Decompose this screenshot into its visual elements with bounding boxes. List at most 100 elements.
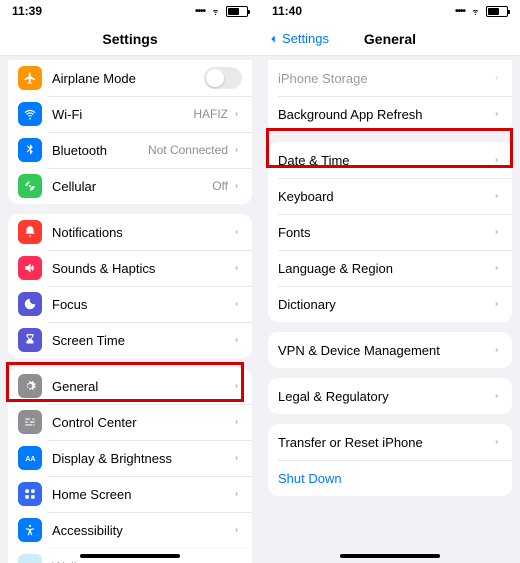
notifications-label: Notifications bbox=[52, 225, 232, 240]
settings-scroll[interactable]: Airplane Mode Wi-Fi HAFIZ Bluetooth Not … bbox=[0, 56, 260, 563]
homescreen-label: Home Screen bbox=[52, 487, 232, 502]
nav-bar: Settings General bbox=[260, 22, 520, 56]
chevron-right-icon bbox=[232, 109, 242, 119]
row-sounds[interactable]: Sounds & Haptics bbox=[8, 250, 252, 286]
screentime-label: Screen Time bbox=[52, 333, 232, 348]
keyboard-label: Keyboard bbox=[278, 189, 492, 204]
chevron-right-icon bbox=[232, 145, 242, 155]
svg-text:AA: AA bbox=[25, 456, 35, 463]
status-bar: 11:40 •••• bbox=[260, 0, 520, 22]
group-connectivity: Airplane Mode Wi-Fi HAFIZ Bluetooth Not … bbox=[8, 60, 252, 204]
chevron-right-icon bbox=[492, 155, 502, 165]
chevron-right-icon bbox=[232, 181, 242, 191]
group-input: Date & Time Keyboard Fonts Language & Re… bbox=[268, 142, 512, 322]
chevron-right-icon bbox=[492, 109, 502, 119]
nav-bar: Settings bbox=[0, 22, 260, 56]
row-vpn[interactable]: VPN & Device Management bbox=[268, 332, 512, 368]
text-size-icon: AA bbox=[18, 446, 42, 470]
nav-back-button[interactable]: Settings bbox=[266, 31, 329, 46]
general-scroll[interactable]: iPhone Storage Background App Refresh Da… bbox=[260, 56, 520, 563]
group-storage: iPhone Storage Background App Refresh bbox=[268, 60, 512, 132]
row-language[interactable]: Language & Region bbox=[268, 250, 512, 286]
row-notifications[interactable]: Notifications bbox=[8, 214, 252, 250]
language-label: Language & Region bbox=[278, 261, 492, 276]
row-display[interactable]: AA Display & Brightness bbox=[8, 440, 252, 476]
chevron-right-icon bbox=[492, 191, 502, 201]
chevron-right-icon bbox=[492, 299, 502, 309]
group-notifications: Notifications Sounds & Haptics Focus Scr… bbox=[8, 214, 252, 358]
phone-general: 11:40 •••• Settings General iPhone Stora… bbox=[260, 0, 520, 563]
chevron-right-icon bbox=[492, 263, 502, 273]
wallpaper-label: Wallpaper bbox=[52, 559, 232, 563]
accessibility-icon bbox=[18, 518, 42, 542]
chevron-right-icon bbox=[492, 345, 502, 355]
fonts-label: Fonts bbox=[278, 225, 492, 240]
row-cellular[interactable]: Cellular Off bbox=[8, 168, 252, 204]
chevron-right-icon bbox=[492, 437, 502, 447]
transfer-label: Transfer or Reset iPhone bbox=[278, 435, 492, 450]
shutdown-label: Shut Down bbox=[278, 471, 502, 486]
cellular-label: Cellular bbox=[52, 179, 212, 194]
focus-label: Focus bbox=[52, 297, 232, 312]
cellular-dots-icon: •••• bbox=[195, 6, 205, 17]
wifi-value: HAFIZ bbox=[193, 107, 228, 121]
row-screentime[interactable]: Screen Time bbox=[8, 322, 252, 358]
wifi-row-icon bbox=[18, 102, 42, 126]
cellular-value: Off bbox=[212, 179, 228, 193]
controlcenter-label: Control Center bbox=[52, 415, 232, 430]
phone-settings-root: 11:39 •••• Settings Airplane Mode Wi-Fi bbox=[0, 0, 260, 563]
bell-icon bbox=[18, 220, 42, 244]
battery-icon bbox=[486, 6, 508, 17]
row-control-center[interactable]: Control Center bbox=[8, 404, 252, 440]
group-general: General Control Center AA Display & Brig… bbox=[8, 368, 252, 563]
vpn-label: VPN & Device Management bbox=[278, 343, 492, 358]
chevron-right-icon bbox=[232, 525, 242, 535]
row-shutdown[interactable]: Shut Down bbox=[268, 460, 512, 496]
row-bg-refresh[interactable]: Background App Refresh bbox=[268, 96, 512, 132]
nav-back-label: Settings bbox=[282, 31, 329, 46]
wifi-icon bbox=[469, 6, 482, 16]
row-keyboard[interactable]: Keyboard bbox=[268, 178, 512, 214]
row-airplane-mode[interactable]: Airplane Mode bbox=[8, 60, 252, 96]
row-wifi[interactable]: Wi-Fi HAFIZ bbox=[8, 96, 252, 132]
row-dictionary[interactable]: Dictionary bbox=[268, 286, 512, 322]
status-time: 11:40 bbox=[272, 4, 302, 18]
wifi-label: Wi-Fi bbox=[52, 107, 193, 122]
chevron-right-icon bbox=[232, 381, 242, 391]
hourglass-icon bbox=[18, 328, 42, 352]
bluetooth-label: Bluetooth bbox=[52, 143, 148, 158]
cellular-dots-icon: •••• bbox=[455, 6, 465, 17]
home-indicator bbox=[80, 554, 180, 558]
row-transfer-reset[interactable]: Transfer or Reset iPhone bbox=[268, 424, 512, 460]
row-date-time[interactable]: Date & Time bbox=[268, 142, 512, 178]
bluetooth-icon bbox=[18, 138, 42, 162]
home-indicator bbox=[340, 554, 440, 558]
status-icons: •••• bbox=[455, 6, 508, 17]
airplane-toggle[interactable] bbox=[204, 67, 242, 89]
chevron-right-icon bbox=[232, 299, 242, 309]
general-label: General bbox=[52, 379, 232, 394]
row-general[interactable]: General bbox=[8, 368, 252, 404]
chevron-right-icon bbox=[232, 263, 242, 273]
chevron-left-icon bbox=[266, 32, 280, 46]
status-time: 11:39 bbox=[12, 4, 42, 18]
airplane-icon bbox=[18, 66, 42, 90]
chevron-right-icon bbox=[492, 227, 502, 237]
gear-icon bbox=[18, 374, 42, 398]
sounds-label: Sounds & Haptics bbox=[52, 261, 232, 276]
row-legal[interactable]: Legal & Regulatory bbox=[268, 378, 512, 414]
row-homescreen[interactable]: Home Screen bbox=[8, 476, 252, 512]
row-bluetooth[interactable]: Bluetooth Not Connected bbox=[8, 132, 252, 168]
status-icons: •••• bbox=[195, 6, 248, 17]
row-iphone-storage[interactable]: iPhone Storage bbox=[268, 60, 512, 96]
wallpaper-icon bbox=[18, 554, 42, 563]
row-fonts[interactable]: Fonts bbox=[268, 214, 512, 250]
bluetooth-value: Not Connected bbox=[148, 143, 228, 157]
chevron-right-icon bbox=[232, 453, 242, 463]
chevron-right-icon bbox=[492, 73, 502, 83]
group-legal: Legal & Regulatory bbox=[268, 378, 512, 414]
dictionary-label: Dictionary bbox=[278, 297, 492, 312]
group-reset: Transfer or Reset iPhone Shut Down bbox=[268, 424, 512, 496]
row-focus[interactable]: Focus bbox=[8, 286, 252, 322]
row-accessibility[interactable]: Accessibility bbox=[8, 512, 252, 548]
